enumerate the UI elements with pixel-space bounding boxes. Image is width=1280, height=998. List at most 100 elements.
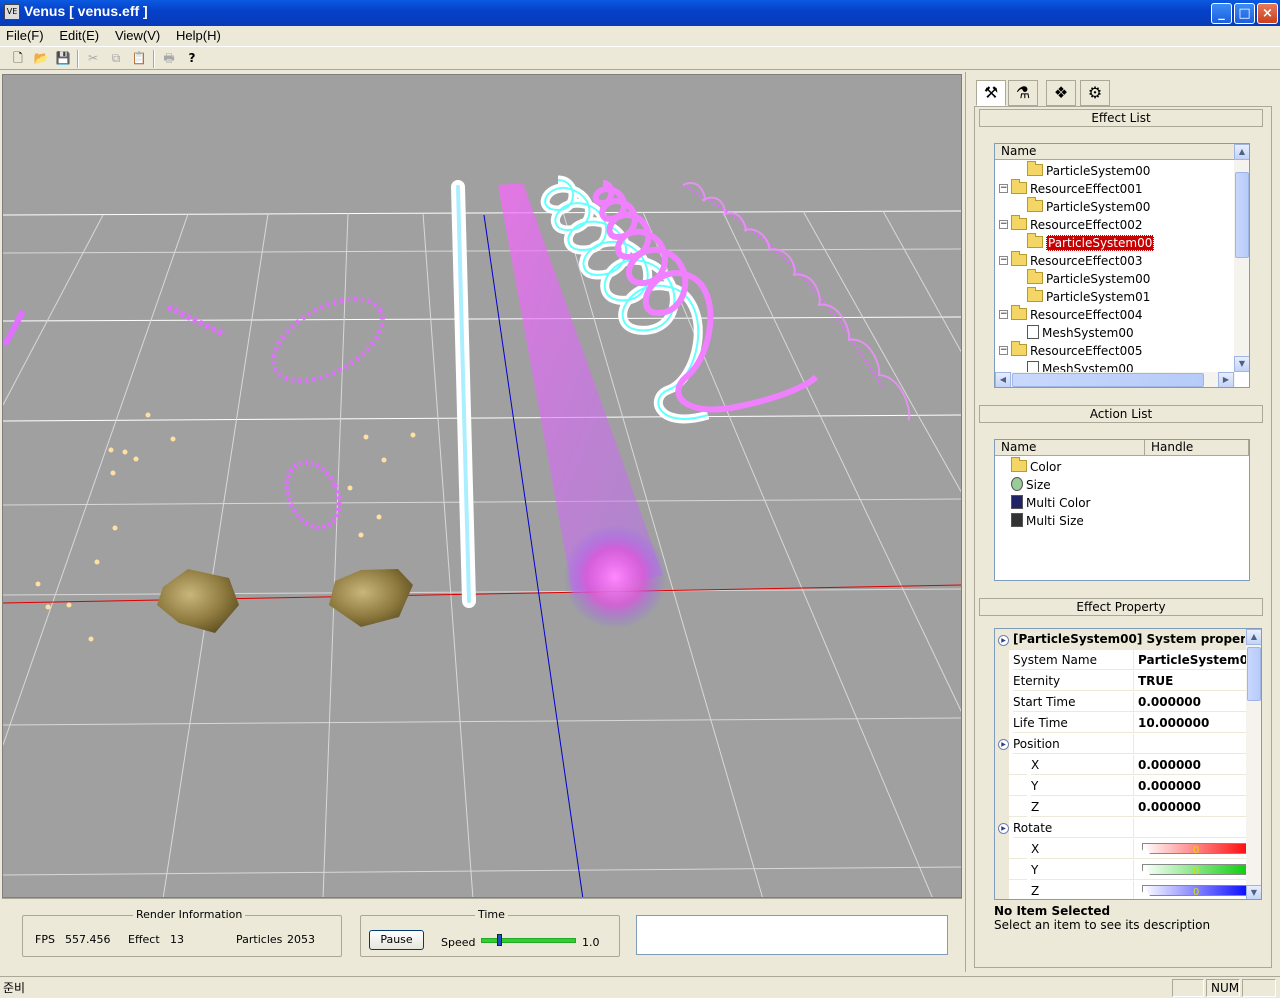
menu-view[interactable]: View(V) [109, 26, 166, 45]
rotate-slider[interactable]: 0 [1140, 885, 1247, 898]
effect-tool-icon[interactable]: ⚗ [1008, 80, 1038, 106]
settings-icon[interactable]: ⚙ [1080, 80, 1110, 106]
tools-icon[interactable]: ⚒ [976, 80, 1006, 106]
scroll-thumb[interactable] [1247, 647, 1261, 701]
paste-icon[interactable]: 📋 [130, 50, 148, 67]
tree-item[interactable]: ParticleSystem00 [1027, 197, 1150, 216]
rotate-slider[interactable]: 0 [1140, 864, 1247, 877]
scroll-down-icon[interactable]: ▼ [1246, 885, 1261, 899]
scroll-right-icon[interactable]: ▶ [1218, 372, 1234, 387]
tree-item[interactable]: ResourceEffect003 [1011, 251, 1142, 270]
close-button[interactable]: × [1257, 3, 1278, 24]
hscroll-thumb[interactable] [1012, 373, 1204, 387]
collapse-icon[interactable]: ▶ [998, 823, 1009, 834]
action-list-handle-header[interactable]: Handle [1145, 440, 1249, 456]
property-row[interactable]: ▶ Rotate [995, 818, 1247, 839]
scroll-left-icon[interactable]: ◀ [995, 372, 1011, 387]
property-row[interactable]: Z 0.000000 [995, 797, 1247, 818]
render-viewport[interactable] [2, 74, 962, 898]
speed-slider[interactable] [481, 934, 576, 946]
maximize-button[interactable]: □ [1234, 3, 1255, 24]
copy-icon[interactable]: ⧉ [107, 50, 125, 67]
property-row[interactable]: Life Time 10.000000 [995, 713, 1247, 734]
property-value[interactable]: 0 [1133, 839, 1247, 859]
speed-slider-thumb[interactable] [497, 934, 502, 946]
property-value[interactable]: 0 [1133, 881, 1247, 899]
particles-value: 2053 [287, 933, 315, 946]
open-icon[interactable]: 📂 [32, 50, 50, 67]
rotate-slider[interactable]: 0 [1140, 843, 1247, 856]
tree-item[interactable]: MeshSystem00 [1027, 324, 1134, 342]
property-vscroll[interactable]: ▲ ▼ [1246, 629, 1261, 899]
collapse-icon[interactable]: ▶ [998, 739, 1009, 750]
tree-item[interactable]: ParticleSystem01 [1027, 287, 1150, 306]
property-row[interactable]: Start Time 0.000000 [995, 692, 1247, 713]
property-value[interactable] [1133, 734, 1247, 754]
property-name: Start Time [1013, 692, 1133, 712]
effect-list-hscroll[interactable]: ◀ ▶ [995, 372, 1235, 387]
property-value[interactable]: 0.000000 [1133, 755, 1247, 775]
property-indent [1009, 881, 1027, 899]
property-name: X [1031, 755, 1133, 775]
menu-edit[interactable]: Edit(E) [53, 26, 105, 45]
pause-button[interactable]: Pause [369, 930, 424, 950]
scroll-up-icon[interactable]: ▲ [1246, 629, 1261, 645]
print-icon[interactable]: 🖶 [160, 50, 178, 67]
collapse-icon[interactable]: − [999, 310, 1008, 319]
slider-marker-icon[interactable] [1140, 867, 1150, 875]
action-item-multi-size[interactable]: Multi Size [1011, 512, 1084, 530]
scroll-up-icon[interactable]: ▲ [1234, 144, 1249, 160]
effect-list[interactable]: Name ParticleSystem00 − ResourceEffect001 P… [994, 143, 1250, 388]
property-value[interactable]: TRUE [1133, 671, 1247, 691]
collapse-icon[interactable]: − [999, 256, 1008, 265]
property-row[interactable]: System Name ParticleSystem00 [995, 650, 1247, 671]
minimize-button[interactable]: _ [1211, 3, 1232, 24]
save-icon[interactable]: 💾 [54, 50, 72, 67]
tree-item[interactable]: ResourceEffect001 [1011, 179, 1142, 198]
tree-item[interactable]: ResourceEffect004 [1011, 305, 1142, 324]
action-item-color[interactable]: Color [1011, 457, 1061, 476]
tree-item[interactable]: ResourceEffect005 [1011, 341, 1142, 360]
property-row[interactable]: X 0.000000 [995, 755, 1247, 776]
tree-item[interactable]: ParticleSystem00 [1027, 233, 1155, 252]
action-item-multi-color[interactable]: Multi Color [1011, 494, 1090, 512]
title-bar[interactable]: VE Venus [ venus.eff ] _ □ × [0, 0, 1280, 26]
property-value[interactable] [1133, 818, 1247, 838]
property-row[interactable]: X0 [995, 839, 1247, 860]
property-row[interactable]: Y0 [995, 860, 1247, 881]
menu-help[interactable]: Help(H) [170, 26, 227, 45]
action-list[interactable]: Name Handle Color Size Multi Color Multi… [994, 439, 1250, 581]
collapse-icon[interactable]: ▶ [998, 635, 1009, 646]
help-icon[interactable]: ? [183, 50, 201, 67]
slider-marker-icon[interactable] [1140, 846, 1150, 854]
property-value[interactable]: 0.000000 [1133, 797, 1247, 817]
property-row[interactable]: Y 0.000000 [995, 776, 1247, 797]
property-grid[interactable]: ▶ [ParticleSystem00] System properties S… [994, 628, 1262, 900]
tree-item[interactable]: ParticleSystem00 [1027, 269, 1150, 288]
cut-icon[interactable]: ✂ [84, 50, 102, 67]
property-row[interactable]: Eternity TRUE [995, 671, 1247, 692]
property-name: Rotate [1013, 818, 1133, 838]
collapse-icon[interactable]: − [999, 220, 1008, 229]
new-icon[interactable]: 🗋 [9, 50, 27, 67]
effect-list-vscroll[interactable]: ▲ ▼ [1234, 144, 1249, 372]
menu-file[interactable]: File(F) [0, 26, 50, 45]
scroll-down-icon[interactable]: ▼ [1234, 356, 1249, 372]
property-row[interactable]: ▶ Position [995, 734, 1247, 755]
property-value[interactable]: 10.000000 [1133, 713, 1247, 733]
action-item-size[interactable]: Size [1011, 476, 1051, 494]
tree-item[interactable]: ResourceEffect002 [1011, 215, 1142, 234]
property-value[interactable]: 0.000000 [1133, 692, 1247, 712]
property-value[interactable]: 0.000000 [1133, 776, 1247, 796]
effect-list-name-header[interactable]: Name [995, 144, 1235, 160]
collapse-icon[interactable]: − [999, 184, 1008, 193]
tree-item[interactable]: ParticleSystem00 [1027, 161, 1150, 180]
property-value[interactable]: 0 [1133, 860, 1247, 880]
collapse-icon[interactable]: − [999, 346, 1008, 355]
scroll-thumb[interactable] [1235, 172, 1249, 258]
property-row[interactable]: Z0 [995, 881, 1247, 899]
slider-marker-icon[interactable] [1140, 888, 1150, 896]
cubes-icon[interactable]: ❖ [1046, 80, 1076, 106]
property-value[interactable]: ParticleSystem00 [1133, 650, 1247, 670]
action-list-name-header[interactable]: Name [995, 440, 1145, 456]
